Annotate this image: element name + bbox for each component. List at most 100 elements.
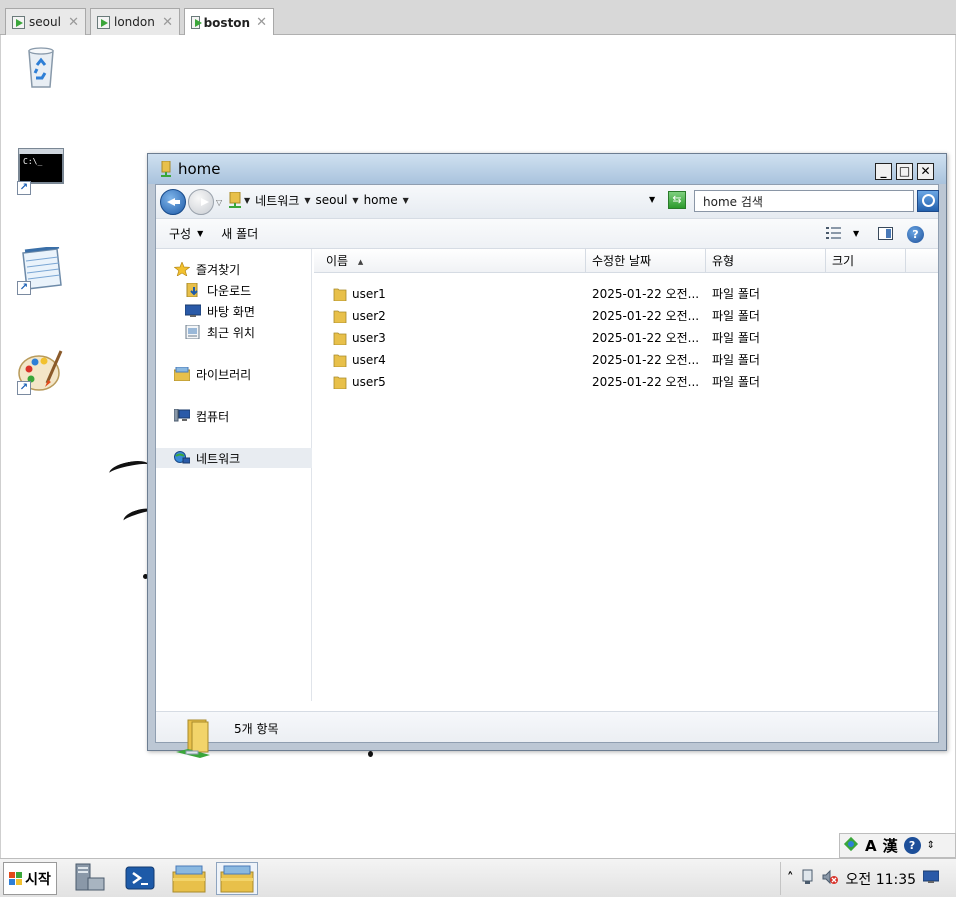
network-icon [174,451,191,465]
vm-icon [12,15,25,29]
column-header-label: 유형 [712,254,735,268]
input-method-icon[interactable] [843,836,859,856]
nav-label: 네트워크 [196,451,241,466]
minimize-button[interactable]: _ [875,163,892,180]
network-folder-icon [229,192,241,208]
explorer-window: home _ □ ✕ ▽ ▼ 네트워크 ▼ seoul ▼ home ▼ ▼ ⇆… [147,153,947,758]
vm-icon [191,16,202,29]
file-date: 2025-01-22 오전... [592,375,700,389]
help-icon[interactable]: ? [907,226,924,243]
nav-label: 바탕 화면 [207,304,255,319]
file-explorer-button[interactable] [170,862,212,895]
refresh-button[interactable]: ⇆ [668,191,686,209]
volume-muted-icon[interactable] [822,869,838,889]
recent-pages-dropdown-icon[interactable]: ▽ [216,198,222,207]
change-view-button[interactable]: ▼ [826,227,859,239]
server-manager-icon [75,863,105,891]
file-date: 2025-01-22 오전... [592,331,700,345]
folder-icon [333,309,347,324]
show-desktop-icon[interactable] [922,870,940,888]
nav-label: 컴퓨터 [196,409,230,424]
notepad-icon[interactable]: ↗ [17,245,65,295]
powershell-button[interactable] [120,862,162,895]
address-field[interactable]: ▼ 네트워크 ▼ seoul ▼ home ▼ [228,189,664,211]
wallpaper-scribble [368,751,373,757]
column-header-label: 이름 [326,254,349,268]
nav-item-network[interactable]: 네트워크 [156,448,312,468]
vm-tab-label: boston [203,15,251,30]
shortcut-arrow-icon: ↗ [17,181,31,195]
column-header-label: 수정한 날짜 [592,254,652,268]
server-manager-button[interactable] [70,862,112,895]
nav-item-downloads[interactable]: 다운로드 [156,280,312,300]
breadcrumb-chevron-icon[interactable]: ▼ [244,196,250,205]
breadcrumb-chevron-icon[interactable]: ▼ [352,196,358,205]
table-row[interactable]: user4 2025-01-22 오전... 파일 폴더 [314,349,938,371]
close-icon[interactable]: ✕ [68,15,79,30]
nav-label: 즐겨찾기 [196,262,241,277]
hanja-conversion[interactable]: 漢 [883,835,898,856]
folder-icon [333,331,347,346]
chevron-down-icon: ▼ [853,228,860,238]
forward-button[interactable] [188,189,214,215]
folder-icon [333,375,347,390]
close-button[interactable]: ✕ [917,163,934,180]
column-header-date[interactable]: 수정한 날짜 [586,249,706,273]
system-tray: ˄ 오전 11:35 [780,862,956,895]
file-date: 2025-01-22 오전... [592,353,700,367]
new-folder-button[interactable]: 새 폴더 [221,225,258,242]
vm-tab-london[interactable]: london ✕ [90,8,180,35]
network-status-icon[interactable] [802,869,816,889]
recycle-bin-icon[interactable] [17,43,65,91]
shortcut-arrow-icon: ↗ [17,281,31,295]
powershell-icon [125,866,155,890]
downloads-folder-icon [185,282,201,298]
chevron-down-icon: ▼ [197,229,204,238]
column-headers: 이름 ▲ 수정한 날짜 유형 크기 [314,249,938,273]
nav-item-libraries[interactable]: 라이브러리 [156,364,312,384]
windows-logo-icon [9,871,23,886]
nav-item-computer[interactable]: 컴퓨터 [156,406,312,426]
nav-item-recent-places[interactable]: 최근 위치 [156,322,312,342]
preview-pane-icon[interactable] [878,227,893,240]
table-row[interactable]: user3 2025-01-22 오전... 파일 폴더 [314,327,938,349]
open-explorer-window-button[interactable] [216,862,258,895]
column-header-type[interactable]: 유형 [706,249,826,273]
back-button[interactable] [160,189,186,215]
command-prompt-icon[interactable]: C:\_ ↗ [17,147,65,195]
close-icon[interactable]: ✕ [162,15,173,30]
close-icon[interactable]: ✕ [256,15,267,30]
search-input[interactable]: home 검색 [694,190,914,212]
column-header-size[interactable]: 크기 [826,249,906,273]
libraries-folder-icon [172,865,206,893]
search-icon[interactable] [917,190,939,212]
libraries-folder-icon [220,865,254,893]
vm-tab-boston[interactable]: boston ✕ [184,8,274,36]
input-mode-letter[interactable]: A [865,837,877,855]
paint-icon[interactable]: ↗ [17,347,65,395]
breadcrumb-network[interactable]: 네트워크 [255,192,299,209]
start-button[interactable]: 시작 [3,862,57,895]
help-icon[interactable]: ? [903,837,921,854]
table-row[interactable]: user5 2025-01-22 오전... 파일 폴더 [314,371,938,393]
breadcrumb-chevron-icon[interactable]: ▼ [304,196,310,205]
show-hidden-icons-arrow[interactable]: ˄ [787,871,794,886]
maximize-button[interactable]: □ [896,163,913,180]
vm-tab-seoul[interactable]: seoul ✕ [5,8,86,35]
breadcrumb-home[interactable]: home [364,193,398,207]
shortcut-arrow-icon: ↗ [17,381,31,395]
window-body: ▽ ▼ 네트워크 ▼ seoul ▼ home ▼ ▼ ⇆ home 검색 구성… [155,184,939,758]
clock[interactable]: 오전 11:35 [846,869,917,889]
title-bar[interactable]: home _ □ ✕ [148,154,946,184]
nav-item-desktop[interactable]: 바탕 화면 [156,301,312,321]
table-row[interactable]: user2 2025-01-22 오전... 파일 폴더 [314,305,938,327]
breadcrumb-seoul[interactable]: seoul [315,193,347,207]
nav-item-favorites[interactable]: 즐겨찾기 [156,259,312,279]
column-header-name[interactable]: 이름 ▲ [320,249,586,273]
address-history-dropdown-icon[interactable]: ▼ [649,195,655,204]
table-row[interactable]: user1 2025-01-22 오전... 파일 폴더 [314,283,938,305]
breadcrumb-chevron-icon[interactable]: ▼ [403,196,409,205]
file-name: user3 [352,331,386,345]
organize-button[interactable]: 구성 ▼ [169,225,203,242]
langbar-options-icon[interactable]: ⇕ [927,840,935,851]
